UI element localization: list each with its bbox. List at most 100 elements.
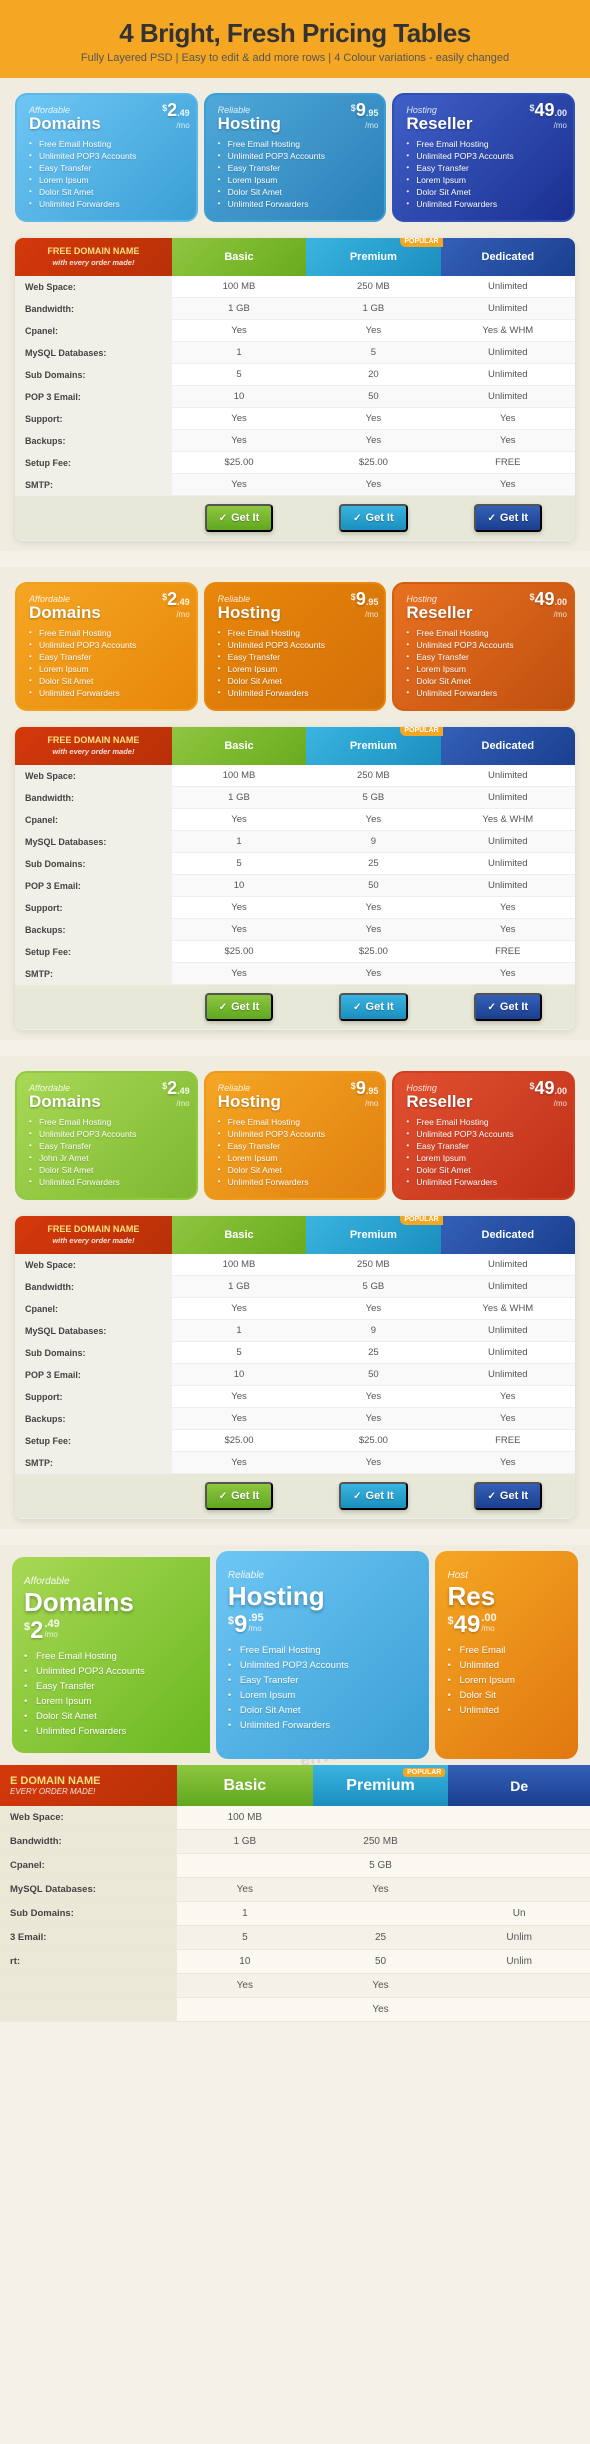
table-row: MySQL Databases:19Unlimited <box>15 831 575 853</box>
hosting-price-1: $9.95 /mo <box>351 101 379 130</box>
get-it-basic-1[interactable]: ✓ Get It <box>205 504 274 532</box>
reseller-features-1: Free Email Hosting Unlimited POP3 Accoun… <box>406 138 563 210</box>
table-row: Cpanel: Yes Yes Yes & WHM <box>15 320 575 342</box>
table-row: Cpanel: 5 GB <box>0 1854 590 1878</box>
table-row: POP 3 Email: 10 50 Unlimited <box>15 386 575 408</box>
divider-2 <box>0 1040 590 1056</box>
divider-1 <box>0 551 590 567</box>
table-row: Backups:YesYesYes <box>15 1408 575 1430</box>
variant-3-section: envato envato Affordable Domains $2.49 /… <box>0 1056 590 1529</box>
hosting-card-1: Reliable Hosting $9.95 /mo Free Email Ho… <box>204 93 387 222</box>
table-row: Web Space:100 MB250 MBUnlimited <box>15 765 575 787</box>
lth-premium: POPULAR Premium <box>313 1765 449 1806</box>
table-row: Setup Fee: $25.00 $25.00 FREE <box>15 452 575 474</box>
domains-price-1: $2.49 /mo <box>162 101 190 130</box>
large-table: Web Space: 100 MB Bandwidth: 1 GB 250 MB… <box>0 1806 590 2022</box>
table-row: Yes Yes <box>0 1974 590 1998</box>
domains-title-1: Domains <box>29 114 101 133</box>
get-it-row-1: ✓ Get It ✓ Get It ✓ Get It <box>15 496 575 541</box>
hosting-card-3: Reliable Hosting $9.95 /mo Free Email Ho… <box>204 1071 387 1200</box>
cards-row-2: Affordable Domains $2.49 /mo Free Email … <box>15 582 575 711</box>
table-row: Web Space:100 MB250 MBUnlimited <box>15 1254 575 1276</box>
reseller-title-1: Reseller <box>406 114 472 133</box>
lth-free: e Domain Name EVERY ORDER MADE! <box>0 1765 177 1806</box>
table-row: 3 Email: 5 25 Unlim <box>0 1926 590 1950</box>
table-row: POP 3 Email:1050Unlimited <box>15 1364 575 1386</box>
table-row: Bandwidth: 1 GB 250 MB <box>0 1830 590 1854</box>
variant-4-section: envato envato Affordable Domains $ 2 .49… <box>0 1545 590 2022</box>
table-row: MySQL Databases: 1 5 Unlimited <box>15 342 575 364</box>
page-title: 4 Bright, Fresh Pricing Tables <box>20 18 570 49</box>
th-basic-1: Basic <box>172 238 306 276</box>
large-table-header: e Domain Name EVERY ORDER MADE! Basic PO… <box>0 1765 590 1806</box>
table-row: Setup Fee:$25.00$25.00FREE <box>15 1430 575 1452</box>
table-row: Sub Domains: 1 Un <box>0 1902 590 1926</box>
pricing-table-2: Free Domain Name with every order made! … <box>15 727 575 1030</box>
get-it-row-2: ✓ Get It ✓ Get It ✓ Get It <box>15 985 575 1030</box>
check-icon: ✓ <box>488 513 496 524</box>
large-reseller-card: Host Res $ 49 .00 /mo Free Email Unlimit… <box>435 1551 578 1759</box>
table-row: Support:YesYesYes <box>15 897 575 919</box>
get-it-dedicated-1[interactable]: ✓ Get It <box>474 504 543 532</box>
variant-2-section: envato envato Affordable Domains $2.49 /… <box>0 567 590 1040</box>
lth-basic: Basic <box>177 1765 313 1806</box>
get-it-premium-2[interactable]: ✓ Get It <box>339 993 408 1021</box>
table-row: Bandwidth: 1 GB 1 GB Unlimited <box>15 298 575 320</box>
table-row: Support:YesYesYes <box>15 1386 575 1408</box>
get-it-premium-1[interactable]: ✓ Get It <box>339 504 408 532</box>
get-it-row-3: ✓ Get It ✓ Get It ✓ Get It <box>15 1474 575 1519</box>
domains-card-3: Affordable Domains $2.49 /mo Free Email … <box>15 1071 198 1200</box>
domains-card-2: Affordable Domains $2.49 /mo Free Email … <box>15 582 198 711</box>
large-cards-row: Affordable Domains $ 2 .49 /mo Free Emai… <box>0 1545 590 1765</box>
table-row: Web Space: 100 MB <box>0 1806 590 1830</box>
table-body-1: Web Space: 100 MB 250 MB Unlimited Bandw… <box>15 276 575 541</box>
get-it-dedicated-3[interactable]: ✓ Get It <box>474 1482 543 1510</box>
table-row: SMTP: Yes Yes Yes <box>15 474 575 496</box>
reseller-card-2: Hosting Reseller $49.00 /mo Free Email H… <box>392 582 575 711</box>
table-1: Free Domain Name with every order made! … <box>15 238 575 541</box>
th-premium-1: POPULAR Premium <box>306 238 440 276</box>
reseller-price-1: $49.00 /mo <box>529 101 567 130</box>
table-row: Sub Domains:525Unlimited <box>15 853 575 875</box>
table-row: rt: 10 50 Unlim <box>0 1950 590 1974</box>
table-row: Support: Yes Yes Yes <box>15 408 575 430</box>
hosting-card-2: Reliable Hosting $9.95 /mo Free Email Ho… <box>204 582 387 711</box>
table-row: Cpanel:YesYesYes & WHM <box>15 809 575 831</box>
th-dedicated-1: Dedicated <box>441 238 575 276</box>
get-it-dedicated-2[interactable]: ✓ Get It <box>474 993 543 1021</box>
table-row: SMTP:YesYesYes <box>15 1452 575 1474</box>
table-row: Bandwidth:1 GB5 GBUnlimited <box>15 787 575 809</box>
table-row: Web Space: 100 MB 250 MB Unlimited <box>15 276 575 298</box>
get-it-basic-3[interactable]: ✓ Get It <box>205 1482 274 1510</box>
pricing-table-1: Free Domain Name with every order made! … <box>15 238 575 541</box>
table-row: Backups:YesYesYes <box>15 919 575 941</box>
check-icon: ✓ <box>219 513 227 524</box>
table-row: Bandwidth:1 GB5 GBUnlimited <box>15 1276 575 1298</box>
get-it-premium-3[interactable]: ✓ Get It <box>339 1482 408 1510</box>
table-row: Backups: Yes Yes Yes <box>15 430 575 452</box>
table-row: Sub Domains:525Unlimited <box>15 1342 575 1364</box>
lth-dedicated: De <box>448 1765 590 1806</box>
table-row: SMTP:YesYesYes <box>15 963 575 985</box>
check-icon: ✓ <box>353 513 361 524</box>
get-it-basic-2[interactable]: ✓ Get It <box>205 993 274 1021</box>
pricing-table-3: Free Domain Name with every order made! … <box>15 1216 575 1519</box>
table-row: Setup Fee:$25.00$25.00FREE <box>15 941 575 963</box>
popular-badge-1: POPULAR <box>400 238 442 247</box>
cards-row-3: Affordable Domains $2.49 /mo Free Email … <box>15 1071 575 1200</box>
reseller-card-3: Hosting Reseller $49.00 /mo Free Email H… <box>392 1071 575 1200</box>
domains-features-1: Free Email Hosting Unlimited POP3 Accoun… <box>29 138 186 210</box>
table-row: MySQL Databases: Yes Yes <box>0 1878 590 1902</box>
domains-card-1: Affordable Domains $2.49 /mo Free Email … <box>15 93 198 222</box>
table-row: Yes <box>0 1998 590 2022</box>
table-row: POP 3 Email:1050Unlimited <box>15 875 575 897</box>
divider-3 <box>0 1529 590 1545</box>
hosting-title-1: Hosting <box>218 114 281 133</box>
hosting-features-1: Free Email Hosting Unlimited POP3 Accoun… <box>218 138 375 210</box>
table-row: MySQL Databases:19Unlimited <box>15 1320 575 1342</box>
variant-1-section: envato envato Affordable Domains $2.49 /… <box>0 78 590 551</box>
large-hosting-card: Reliable Hosting $ 9 .95 /mo Free Email … <box>216 1551 430 1759</box>
page-subtitle: Fully Layered PSD | Easy to edit & add m… <box>20 52 570 64</box>
th-free-1: Free Domain Name with every order made! <box>15 238 172 276</box>
table-row: Cpanel:YesYesYes & WHM <box>15 1298 575 1320</box>
